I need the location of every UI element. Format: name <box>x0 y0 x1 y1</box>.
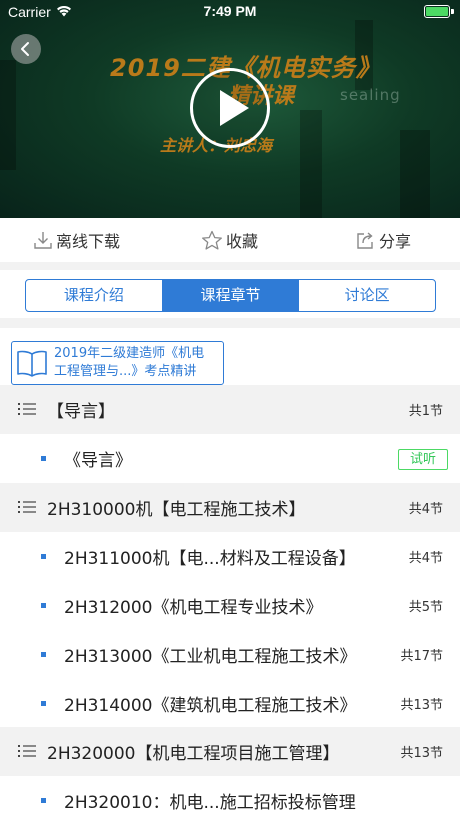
star-icon <box>202 230 222 250</box>
section-row[interactable]: 2H310000机【电工程施工技术】 共4节 <box>0 483 460 532</box>
tab-course-intro[interactable]: 课程介绍 <box>26 280 163 311</box>
video-player[interactable]: 2019二建《机电实务》 精讲课 sealing 主讲人：刘忠海 <box>0 0 460 218</box>
lesson-count: 共1节 <box>408 404 443 419</box>
tab-bar-container: 课程介绍 课程章节 讨论区 <box>0 270 460 318</box>
section-title: 2H310000机【电工程施工技术】 <box>47 500 306 520</box>
action-bar: 离线下载 收藏 分享 <box>0 218 460 262</box>
item-title: 2H314000《建筑机电工程施工技术》 <box>64 696 357 716</box>
tab-discussion[interactable]: 讨论区 <box>299 280 435 311</box>
lesson-count: 共5节 <box>408 600 443 615</box>
share-button[interactable]: 分享 <box>356 229 411 251</box>
section-title: 【导言】 <box>47 402 115 422</box>
favorite-label: 收藏 <box>226 232 259 251</box>
divider <box>0 262 460 270</box>
trial-badge[interactable]: 试听 <box>398 449 448 470</box>
section-row[interactable]: 【导言】 共1节 <box>0 385 460 434</box>
favorite-button[interactable]: 收藏 <box>201 229 258 251</box>
share-label: 分享 <box>379 232 412 251</box>
battery-tip <box>451 9 454 14</box>
battery-icon <box>424 5 450 18</box>
play-icon <box>220 90 249 126</box>
item-title: 2H320010：机电...施工招标投标管理 <box>64 793 356 813</box>
download-label: 离线下载 <box>56 232 121 251</box>
lesson-count: 共13节 <box>400 746 443 761</box>
share-icon <box>357 232 373 249</box>
lesson-count: 共17节 <box>400 649 443 664</box>
bullet-icon <box>41 554 46 559</box>
tab-course-chapters[interactable]: 课程章节 <box>162 280 300 311</box>
download-icon <box>34 232 52 249</box>
section-row[interactable]: 2H320000【机电工程项目施工管理】 共13节 <box>0 727 460 776</box>
lesson-count: 共4节 <box>408 502 443 517</box>
list-item[interactable]: 2H314000《建筑机电工程施工技术》 共13节 <box>0 679 460 728</box>
download-button[interactable]: 离线下载 <box>33 229 120 251</box>
book-banner-area: 2019年二级建造师《机电 工程管理与...》考点精讲 <box>0 328 460 386</box>
status-bar: Carrier 7:49 PM <box>0 0 460 24</box>
status-time: 7:49 PM <box>203 3 257 19</box>
list-icon <box>18 403 36 415</box>
back-button[interactable] <box>11 34 41 64</box>
list-item[interactable]: 2H312000《机电工程专业技术》 共5节 <box>0 581 460 630</box>
book-icon <box>17 350 47 377</box>
item-title: 《导言》 <box>64 451 132 471</box>
lesson-count: 共4节 <box>408 551 443 566</box>
segmented-tabs: 课程介绍 课程章节 讨论区 <box>25 279 436 312</box>
list-item[interactable]: 2H313000《工业机电工程施工技术》 共17节 <box>0 630 460 679</box>
bullet-icon <box>41 456 46 461</box>
list-item[interactable]: 2H311000机【电...材料及工程设备】 共4节 <box>0 532 460 581</box>
book-selector[interactable]: 2019年二级建造师《机电 工程管理与...》考点精讲 <box>11 341 224 385</box>
list-item[interactable]: 《导言》 试听 <box>0 434 460 483</box>
list-icon <box>18 501 36 513</box>
bullet-icon <box>41 701 46 706</box>
book-title: 2019年二级建造师《机电 工程管理与...》考点精讲 <box>54 345 204 381</box>
list-item[interactable]: 2H320010：机电...施工招标投标管理 <box>0 776 460 818</box>
list-icon <box>18 745 36 757</box>
video-brand-text: sealing <box>340 86 401 104</box>
chevron-left-icon <box>21 42 29 56</box>
section-title: 2H320000【机电工程项目施工管理】 <box>47 744 340 764</box>
item-title: 2H312000《机电工程专业技术》 <box>64 598 323 618</box>
bullet-icon <box>41 652 46 657</box>
book-title-line1: 2019年二级建造师《机电 <box>54 346 205 361</box>
bullet-icon <box>41 603 46 608</box>
divider <box>0 318 460 328</box>
book-title-line2: 工程管理与...》考点精讲 <box>54 364 197 379</box>
item-title: 2H311000机【电...材料及工程设备】 <box>64 549 356 569</box>
play-button[interactable] <box>190 68 270 148</box>
bullet-icon <box>41 798 46 803</box>
lesson-count: 共13节 <box>400 698 443 713</box>
item-title: 2H313000《工业机电工程施工技术》 <box>64 647 357 667</box>
